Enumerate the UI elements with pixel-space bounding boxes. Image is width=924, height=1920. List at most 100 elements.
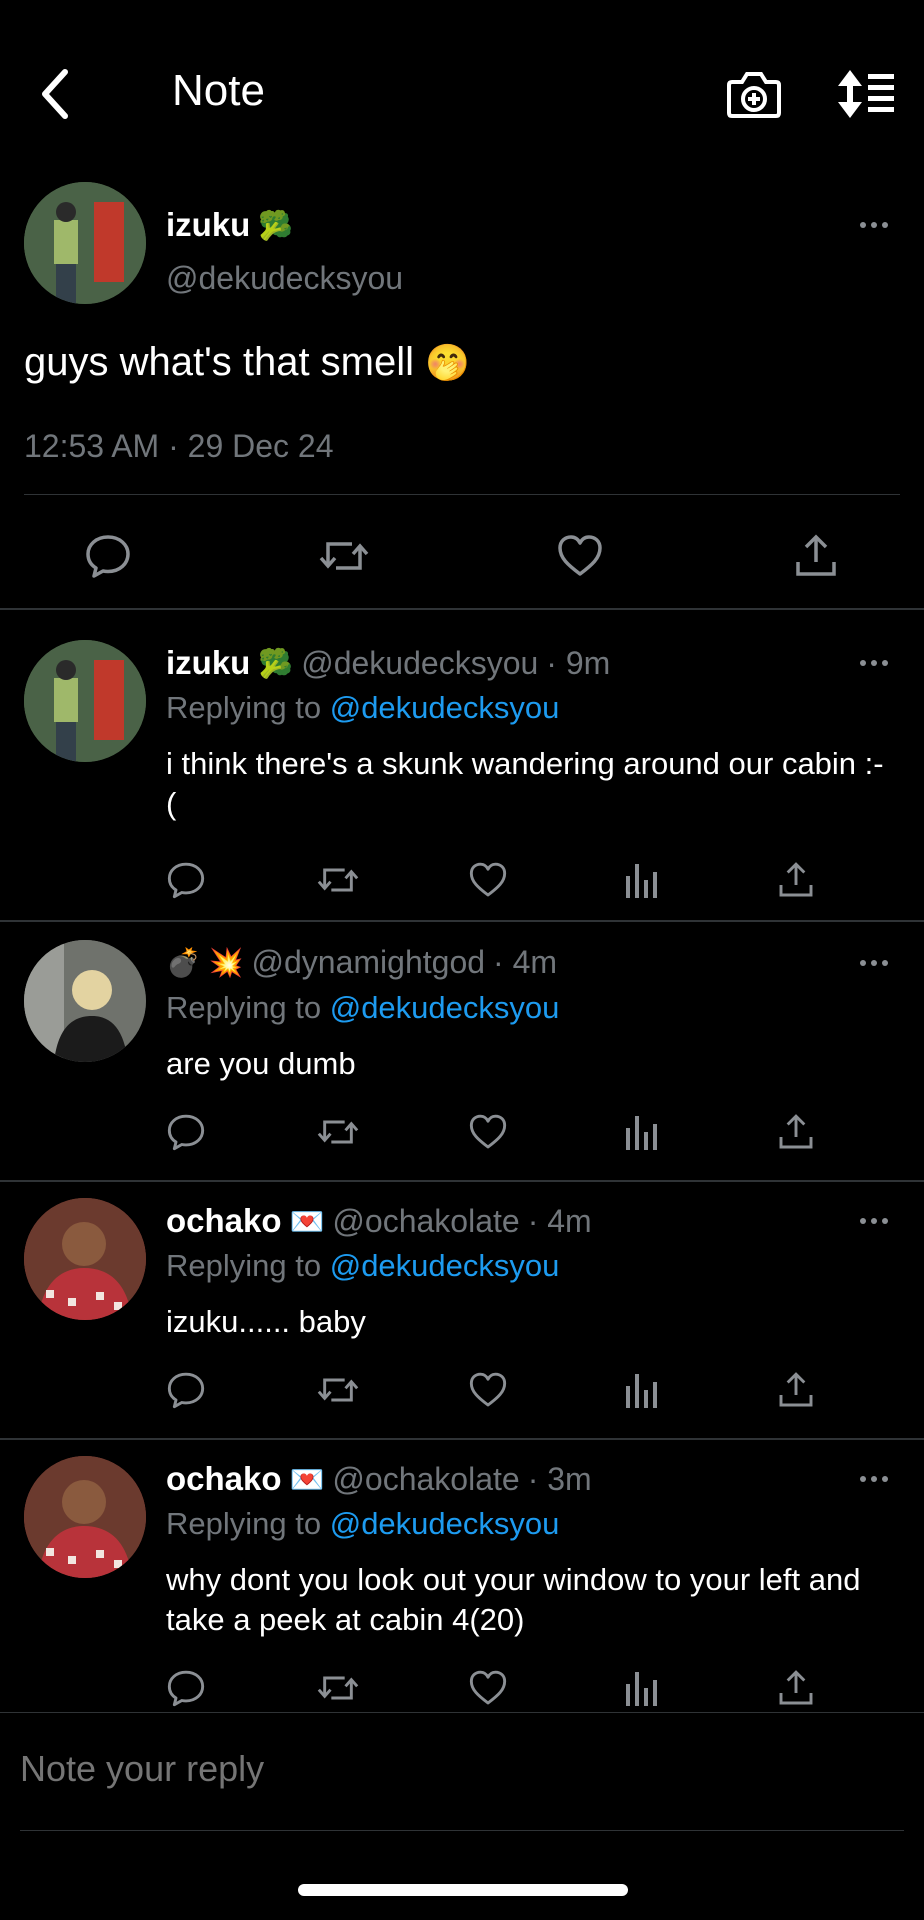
more-options-button[interactable] — [849, 1206, 899, 1236]
like-button[interactable] — [468, 1112, 508, 1152]
bar-chart-icon — [626, 1374, 657, 1408]
repost-button[interactable] — [316, 1370, 360, 1410]
author-name[interactable]: izuku — [166, 206, 250, 244]
sort-button[interactable] — [834, 68, 896, 120]
home-indicator[interactable] — [298, 1884, 628, 1896]
share-icon — [779, 1670, 813, 1705]
avatar[interactable] — [24, 1456, 146, 1578]
author-handle[interactable]: @dynamightgod — [252, 944, 486, 981]
views-button[interactable] — [624, 1668, 660, 1708]
like-button[interactable] — [552, 528, 608, 584]
author-handle[interactable]: @dekudecksyou — [301, 645, 538, 682]
reply-button[interactable] — [166, 1668, 206, 1708]
camera-plus-icon — [727, 72, 781, 118]
author-name[interactable]: ochako — [166, 1202, 282, 1240]
like-button[interactable] — [468, 1370, 508, 1410]
reply-actions — [166, 850, 846, 910]
bar-chart-icon — [626, 1116, 657, 1150]
reply-button[interactable] — [80, 528, 136, 584]
avatar[interactable] — [24, 940, 146, 1062]
share-icon — [779, 1372, 813, 1407]
sort-list-icon — [838, 70, 894, 118]
replying-to: Replying to @dekudecksyou — [166, 1248, 559, 1284]
share-button[interactable] — [776, 860, 816, 900]
reply-button[interactable] — [166, 860, 206, 900]
reply-actions — [166, 1664, 846, 1712]
author-row: 💣 💥 @dynamightgod · 4m — [166, 944, 557, 981]
share-button[interactable] — [776, 1112, 816, 1152]
reply-time: · 9m — [546, 644, 611, 681]
reply-button[interactable] — [166, 1370, 206, 1410]
reply-item[interactable]: izuku 🥦 @dekudecksyou · 9m Replying to @… — [0, 610, 924, 920]
composer-divider — [20, 1830, 904, 1831]
replying-prefix: Replying to — [166, 1248, 322, 1283]
reply-item[interactable]: ochako 💌 @ochakolate · 4m Replying to @d… — [0, 1168, 924, 1438]
author-name[interactable]: izuku — [166, 644, 250, 682]
share-button[interactable] — [776, 1370, 816, 1410]
share-button[interactable] — [776, 1668, 816, 1708]
mention-link[interactable]: @dekudecksyou — [330, 690, 560, 725]
more-options-button[interactable] — [849, 1464, 899, 1494]
share-icon — [779, 1114, 813, 1149]
mention-link[interactable]: @dekudecksyou — [330, 990, 560, 1025]
replying-to: Replying to @dekudecksyou — [166, 1506, 559, 1542]
heart-icon — [469, 1670, 507, 1705]
reply-time: · 4m — [527, 1202, 592, 1239]
comment-icon — [86, 535, 130, 578]
repost-button[interactable] — [316, 860, 360, 900]
share-button[interactable] — [788, 528, 844, 584]
mention-link[interactable]: @dekudecksyou — [330, 1506, 560, 1541]
more-dots-icon — [860, 1218, 888, 1224]
reply-item[interactable]: 💣 💥 @dynamightgod · 4m Replying to @deku… — [0, 910, 924, 1180]
more-dots-icon — [860, 660, 888, 666]
author-handle[interactable]: @ochakolate — [332, 1461, 519, 1498]
reply-input[interactable] — [20, 1748, 900, 1790]
reply-item[interactable]: ochako 💌 @ochakolate · 3m Replying to @d… — [0, 1426, 924, 1712]
mention-link[interactable]: @dekudecksyou — [330, 1248, 560, 1283]
header: Note — [0, 0, 924, 180]
reply-time: · 4m — [493, 944, 558, 980]
author-name[interactable]: ochako — [166, 1460, 282, 1498]
main-note[interactable]: izuku 🥦 @dekudecksyou guys what's that s… — [0, 180, 924, 610]
like-button[interactable] — [468, 860, 508, 900]
reply-text: izuku...... baby — [166, 1304, 366, 1339]
repost-button[interactable] — [316, 1112, 360, 1152]
avatar[interactable] — [24, 640, 146, 762]
bar-chart-icon — [626, 1672, 657, 1706]
reply-button[interactable] — [166, 1112, 206, 1152]
views-button[interactable] — [624, 860, 660, 900]
bar-chart-icon — [626, 864, 657, 898]
repost-icon — [317, 1676, 359, 1700]
note-timestamp[interactable]: 12:53 AM · 29 Dec 24 — [24, 428, 334, 465]
author-emoji: 🥦 — [258, 647, 294, 679]
avatar[interactable] — [24, 182, 146, 304]
author-handle[interactable]: @ochakolate — [332, 1203, 519, 1240]
author-handle[interactable]: @dekudecksyou — [166, 260, 403, 297]
views-button[interactable] — [624, 1112, 660, 1152]
composer-top-border — [0, 1712, 924, 1713]
heart-icon — [469, 1372, 507, 1407]
heart-icon — [558, 535, 602, 576]
more-options-button[interactable] — [849, 210, 899, 240]
replying-prefix: Replying to — [166, 990, 322, 1025]
chevron-left-icon — [42, 69, 68, 119]
avatar-image — [24, 182, 146, 304]
like-button[interactable] — [468, 1668, 508, 1708]
comment-icon — [167, 1372, 205, 1409]
heart-icon — [469, 1114, 507, 1149]
comment-icon — [167, 1114, 205, 1151]
camera-button[interactable] — [726, 68, 782, 120]
views-button[interactable] — [624, 1370, 660, 1410]
reply-actions — [166, 1360, 846, 1420]
more-options-button[interactable] — [849, 948, 899, 978]
repost-button[interactable] — [316, 528, 372, 584]
share-icon — [796, 534, 836, 576]
reply-text: are you dumb — [166, 1046, 356, 1081]
more-options-button[interactable] — [849, 648, 899, 678]
repost-button[interactable] — [316, 1668, 360, 1708]
page-title: Note — [172, 66, 265, 115]
more-dots-icon — [860, 960, 888, 966]
back-button[interactable] — [30, 62, 80, 126]
note-emoji: 🤭 — [425, 342, 470, 383]
avatar[interactable] — [24, 1198, 146, 1320]
